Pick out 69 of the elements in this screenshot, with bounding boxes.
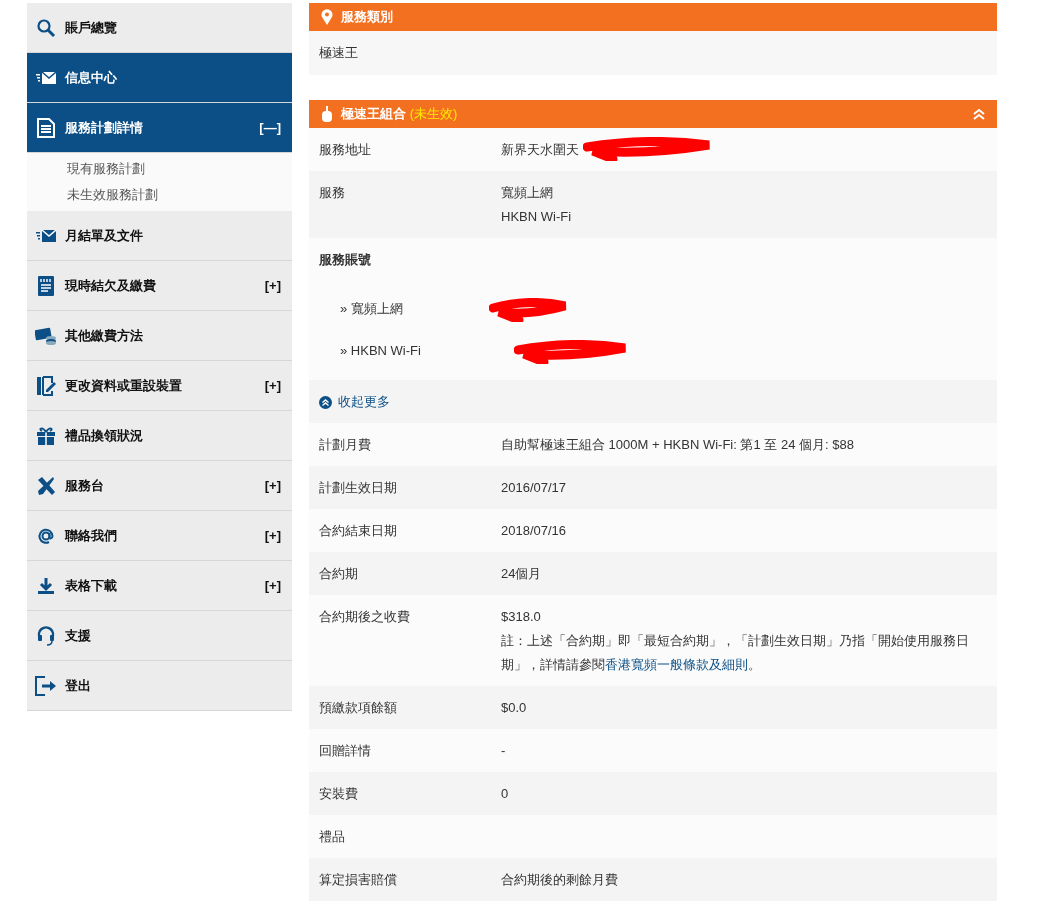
field-value: 寬頻上網 xyxy=(501,185,553,201)
field-value: $0.0 xyxy=(501,700,527,716)
sidebar-item[interactable]: 支援 xyxy=(27,611,292,661)
field-label: 計劃生效日期 xyxy=(319,480,398,496)
sidebar-item[interactable]: 聯絡我們 [+] xyxy=(27,511,292,561)
collapse-chevron-icon xyxy=(319,395,332,409)
sidebar-item[interactable]: 更改資料或重設裝置 [+] xyxy=(27,361,292,411)
note-text: 註：上述「合約期」即「最短合約期」，「計劃生效日期」乃指「開始使用服務日期」，詳情請參閱香港寬頻一般條款及細則。 xyxy=(501,632,970,674)
sidebar-item[interactable]: 現時結欠及繳費 [+] xyxy=(27,261,292,311)
field-value: 24個月 xyxy=(501,566,542,582)
field-value: HKBN Wi-Fi xyxy=(501,209,572,225)
sidebar-item[interactable]: 月結單及文件 xyxy=(27,211,292,261)
section-title: 服務類別 xyxy=(341,8,394,26)
card-coins-icon xyxy=(35,326,57,345)
terms-link[interactable]: 香港寬頻一般條款及細則 xyxy=(605,657,748,672)
field-label: 服務地址 xyxy=(319,142,372,158)
field-value: 2016/07/17 xyxy=(501,480,567,496)
sidebar-item[interactable]: 其他繳費方法 xyxy=(27,311,292,361)
headset-icon xyxy=(37,625,55,646)
expand-toggle[interactable]: [+] xyxy=(264,577,281,594)
field-value: 新界天水圍天 xyxy=(501,142,579,158)
sidebar-item[interactable]: 服務台 [+] xyxy=(27,461,292,511)
expand-toggle[interactable]: [+] xyxy=(264,377,281,394)
field-label: 安裝費 xyxy=(319,786,359,802)
sidebar-item[interactable]: 禮品換領狀況 xyxy=(27,411,292,461)
expand-toggle[interactable]: [—] xyxy=(259,119,281,136)
expand-toggle[interactable]: [+] xyxy=(264,277,281,294)
submenu-item[interactable]: 現有服務計劃 xyxy=(67,156,292,182)
document-icon xyxy=(37,117,55,138)
logout-icon xyxy=(35,675,57,696)
location-pin-icon xyxy=(321,9,333,25)
sidebar-item[interactable]: 表格下載 [+] xyxy=(27,561,292,611)
field-value: $318.0 xyxy=(501,609,541,625)
download-icon xyxy=(37,576,55,595)
field-label: 計劃月費 xyxy=(319,437,372,453)
field-value: 2018/07/16 xyxy=(501,523,567,539)
edit-icon xyxy=(36,375,56,396)
collapse-link[interactable]: 收起更多 xyxy=(319,394,390,410)
field-value: 0 xyxy=(501,786,509,802)
collapse-chevron-icon[interactable] xyxy=(973,108,985,120)
field-value: - xyxy=(501,743,506,759)
envelope-icon xyxy=(36,70,56,85)
expand-toggle[interactable]: [+] xyxy=(264,477,281,494)
field-label: 禮品 xyxy=(319,829,346,845)
gift-icon xyxy=(36,425,56,446)
sidebar-item[interactable]: 賬戶總覽 xyxy=(27,3,292,53)
search-icon xyxy=(36,17,56,38)
field-label: 合約期後之收費 xyxy=(319,609,411,626)
field-label: 服務賬號 xyxy=(319,252,371,268)
section-title: 極速王組合 (未生效) xyxy=(341,105,459,123)
account-label: » HKBN Wi-Fi xyxy=(339,343,422,359)
sidebar-item[interactable]: 登出 xyxy=(27,661,292,711)
field-label: 算定損害賠償 xyxy=(319,872,398,888)
sidebar-item[interactable]: 服務計劃詳情 [—] xyxy=(27,103,292,153)
field-label: 回贈詳情 xyxy=(319,743,372,759)
field-label: 預繳款項餘額 xyxy=(319,700,398,716)
service-type-value: 極速王 xyxy=(319,45,358,60)
at-sign-icon xyxy=(37,526,55,545)
submenu-item[interactable]: 未生效服務計劃 xyxy=(67,182,292,208)
bill-icon xyxy=(38,275,54,296)
field-value: 合約期後的剩餘月費 xyxy=(501,872,618,888)
field-label: 合約期 xyxy=(319,566,359,582)
field-label: 服務 xyxy=(319,185,346,202)
expand-toggle[interactable]: [+] xyxy=(264,527,281,544)
field-label: 合約結束日期 xyxy=(319,523,398,539)
account-label: » 寬頻上網 xyxy=(339,301,404,317)
sidebar-item[interactable]: 信息中心 xyxy=(27,53,292,103)
envelope-icon xyxy=(36,228,56,243)
field-value: 自助幫極速王組合 1000M + HKBN Wi-Fi: 第1 至 24 個月: $88 xyxy=(501,437,854,453)
